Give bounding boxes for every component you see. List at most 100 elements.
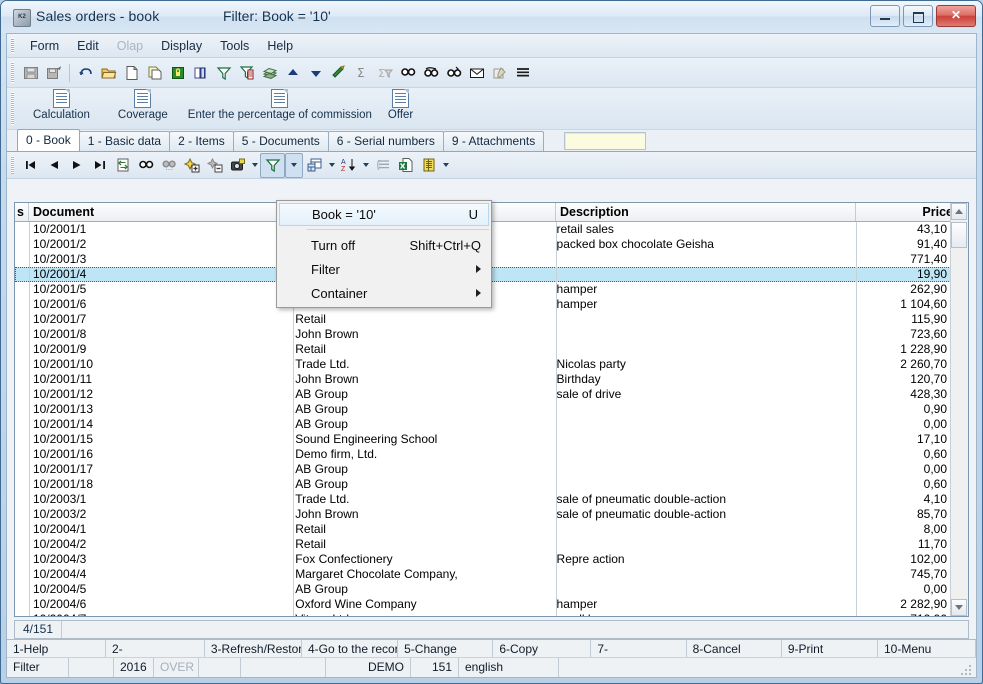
function-key-5[interactable]: 5-Change	[398, 640, 493, 657]
menu-tools[interactable]: Tools	[211, 37, 258, 55]
tab-attachments[interactable]: 9 - Attachments	[443, 131, 544, 151]
find-next-icon[interactable]	[419, 61, 442, 84]
table-row[interactable]: 10/2004/6Oxford Wine Companyhamper2 282,…	[15, 597, 951, 612]
grid-vertical-scrollbar[interactable]	[950, 203, 968, 616]
menu-item-book-filter[interactable]: Book = '10' U	[279, 203, 489, 226]
calculation-button[interactable]: Calculation	[19, 88, 104, 121]
function-key-3[interactable]: 3-Refresh/Restore	[205, 640, 302, 657]
minimize-button[interactable]	[870, 5, 900, 27]
menu-item-container[interactable]: Container	[277, 281, 491, 305]
quick-search-input[interactable]	[564, 132, 646, 150]
tab-documents[interactable]: 5 - Documents	[233, 131, 329, 151]
print-icon[interactable]	[258, 61, 281, 84]
sort-dropdown-arrow[interactable]	[360, 154, 371, 176]
coverage-button[interactable]: Coverage	[104, 88, 182, 121]
table-row[interactable]: 10/2001/16Demo firm, Ltd.0,60	[15, 447, 951, 462]
new-document-icon[interactable]	[120, 61, 143, 84]
close-button[interactable]: ✕	[936, 5, 976, 27]
find-next-icon[interactable]	[157, 154, 180, 177]
tab-serial-numbers[interactable]: 6 - Serial numbers	[328, 131, 444, 151]
group-icon[interactable]	[303, 154, 326, 177]
scroll-down-button[interactable]	[951, 599, 967, 616]
function-key-7[interactable]: 7-	[591, 640, 686, 657]
table-row[interactable]: 10/2004/1Retail8,00	[15, 522, 951, 537]
table-row[interactable]: 10/2001/7Retail115,90	[15, 312, 951, 327]
filter-icon[interactable]	[260, 153, 285, 178]
scroll-up-button[interactable]	[951, 203, 967, 220]
commission-button[interactable]: Enter the percentage of commission	[182, 88, 378, 121]
grid-toolbar-grip[interactable]	[11, 156, 14, 174]
save-as-icon[interactable]	[42, 61, 65, 84]
menu-display[interactable]: Display	[152, 37, 211, 55]
list-icon[interactable]	[371, 154, 394, 177]
scrollbar-thumb[interactable]	[951, 222, 967, 248]
menu-help[interactable]: Help	[258, 37, 302, 55]
find-prev-icon[interactable]	[442, 61, 465, 84]
menu-edit[interactable]: Edit	[68, 37, 108, 55]
action-toolbar-grip[interactable]	[11, 92, 14, 125]
find-icon[interactable]	[134, 154, 157, 177]
table-row[interactable]: 10/2001/12AB Groupsale of drive428,30	[15, 387, 951, 402]
arrow-down-icon[interactable]	[304, 61, 327, 84]
function-key-1[interactable]: 1-Help	[7, 640, 106, 657]
menu-lines-icon[interactable]	[511, 61, 534, 84]
table-row[interactable]: 10/2004/5AB Group0,00	[15, 582, 951, 597]
column-header-s[interactable]: s	[15, 203, 29, 221]
table-row[interactable]: 10/2001/9Retail1 228,90	[15, 342, 951, 357]
menu-form[interactable]: Form	[21, 37, 68, 55]
copy-icon[interactable]	[143, 61, 166, 84]
table-row[interactable]: 10/2001/14AB Group0,00	[15, 417, 951, 432]
export-excel-icon[interactable]	[394, 154, 417, 177]
offer-button[interactable]: Offer	[378, 88, 423, 121]
open-folder-icon[interactable]	[97, 61, 120, 84]
tab-items[interactable]: 2 - Items	[169, 131, 234, 151]
sort-az-icon[interactable]: AZ	[337, 154, 360, 177]
delete-record-icon[interactable]	[203, 154, 226, 177]
maximize-button[interactable]	[903, 5, 933, 27]
function-key-8[interactable]: 8-Cancel	[687, 640, 782, 657]
resize-grip[interactable]	[961, 663, 973, 675]
map-pin-icon[interactable]	[327, 61, 350, 84]
function-key-6[interactable]: 6-Copy	[493, 640, 591, 657]
table-row[interactable]: 10/2003/2John Brownsale of pneumatic dou…	[15, 507, 951, 522]
tab-basic-data[interactable]: 1 - Basic data	[79, 131, 170, 151]
lock-icon[interactable]	[166, 61, 189, 84]
sum-icon[interactable]: Σ	[350, 61, 373, 84]
columns-icon[interactable]	[417, 154, 440, 177]
menu-item-filter[interactable]: Filter	[277, 257, 491, 281]
column-header-price[interactable]: Price	[856, 203, 957, 221]
snapshot-icon[interactable]	[226, 154, 249, 177]
menu-item-turn-off[interactable]: Turn off Shift+Ctrl+Q	[277, 233, 491, 257]
function-key-10[interactable]: 10-Menu	[878, 640, 976, 657]
filter-dropdown-arrow[interactable]	[285, 153, 303, 178]
table-row[interactable]: 10/2001/10Trade Ltd.Nicolas party2 260,7…	[15, 357, 951, 372]
refresh-icon[interactable]	[111, 154, 134, 177]
snapshot-dropdown-arrow[interactable]	[249, 154, 260, 176]
columns-dropdown-arrow[interactable]	[440, 154, 451, 176]
next-record-icon[interactable]	[65, 154, 88, 177]
table-row[interactable]: 10/2001/11John BrownBirthday120,70	[15, 372, 951, 387]
last-record-icon[interactable]	[88, 154, 111, 177]
group-dropdown-arrow[interactable]	[326, 154, 337, 176]
table-row[interactable]: 10/2001/17AB Group0,00	[15, 462, 951, 477]
menu-grip[interactable]	[11, 38, 14, 53]
table-row[interactable]: 10/2004/7Vitana Ltd.small hamper712,90	[15, 612, 951, 616]
function-key-2[interactable]: 2-	[106, 640, 205, 657]
previous-record-icon[interactable]	[42, 154, 65, 177]
table-row[interactable]: 10/2004/2Retail11,70	[15, 537, 951, 552]
add-record-icon[interactable]	[180, 154, 203, 177]
arrow-up-icon[interactable]	[281, 61, 304, 84]
table-row[interactable]: 10/2003/1Trade Ltd.sale of pneumatic dou…	[15, 492, 951, 507]
table-row[interactable]: 10/2004/4Margaret Chocolate Company,745,…	[15, 567, 951, 582]
table-row[interactable]: 10/2001/8John Brown723,60	[15, 327, 951, 342]
column-header-description[interactable]: Description	[556, 203, 856, 221]
table-row[interactable]: 10/2001/15Sound Engineering School17,10	[15, 432, 951, 447]
mail-icon[interactable]	[465, 61, 488, 84]
table-row[interactable]: 10/2004/3Fox ConfectioneryRepre action10…	[15, 552, 951, 567]
save-icon[interactable]	[19, 61, 42, 84]
note-icon[interactable]	[488, 61, 511, 84]
column-header-document[interactable]: Document	[29, 203, 293, 221]
table-row[interactable]: 10/2001/18AB Group0,60	[15, 477, 951, 492]
function-key-9[interactable]: 9-Print	[782, 640, 878, 657]
book-icon[interactable]	[189, 61, 212, 84]
